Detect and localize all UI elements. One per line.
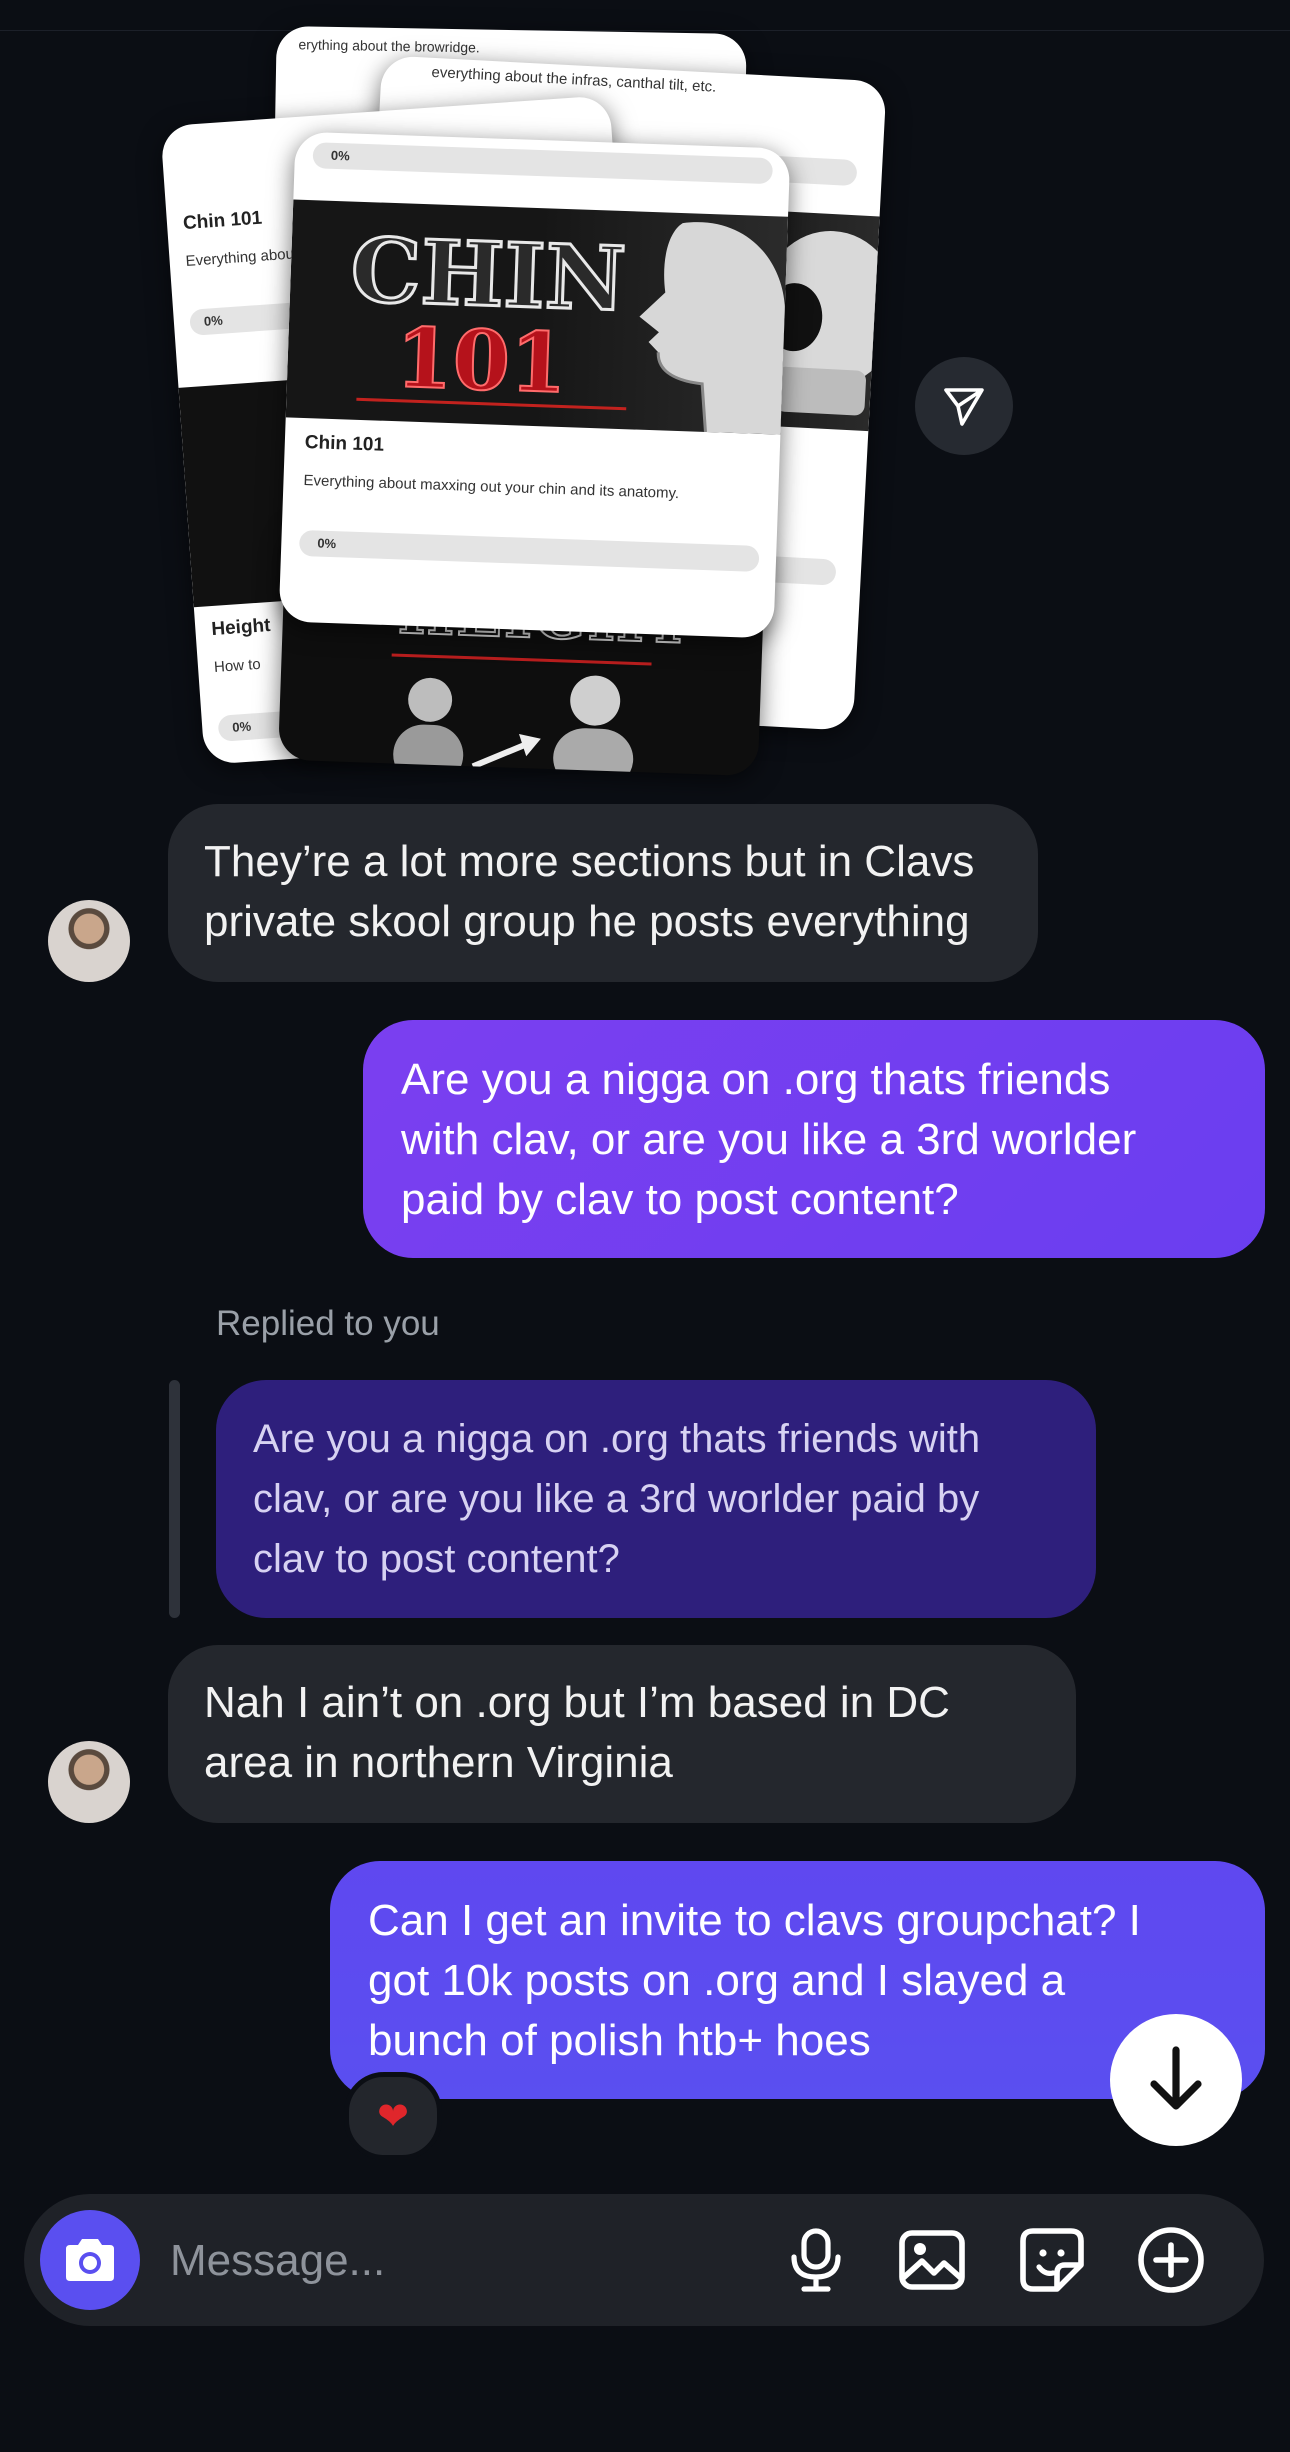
message-line: area in northern Virginia	[204, 1738, 673, 1787]
header-divider	[0, 30, 1290, 31]
card-desc: erything about the browridge.	[298, 36, 480, 56]
heart-reaction[interactable]: ❤	[344, 2072, 442, 2160]
message-input[interactable]	[168, 2224, 772, 2298]
card-image-text: 101	[393, 309, 569, 413]
arrow-down-icon	[1150, 2046, 1202, 2110]
scroll-to-bottom-button[interactable]	[1110, 2014, 1242, 2146]
quote-line: clav, or are you like a 3rd worlder paid…	[253, 1477, 980, 1521]
message-line: Can I get an invite to clavs groupchat? …	[368, 1896, 1141, 1945]
progress-bar	[312, 142, 774, 185]
message-line: Nah I ain’t on .org but I’m based in DC	[204, 1678, 950, 1727]
message-line: with clav, or are you like a 3rd worlder	[401, 1115, 1137, 1164]
gallery-button[interactable]	[894, 2222, 970, 2298]
avatar[interactable]	[48, 1741, 130, 1823]
message-line: paid by clav to post content?	[401, 1175, 959, 1224]
heart-icon: ❤	[377, 2095, 409, 2138]
more-button[interactable]	[1133, 2222, 1209, 2298]
avatar[interactable]	[48, 900, 130, 982]
message-line: bunch of polish htb+ hoes	[368, 2016, 871, 2065]
camera-button[interactable]	[40, 2210, 140, 2310]
card-title: Chin 101	[304, 432, 385, 456]
message-incoming[interactable]: Nah I ain’t on .org but I’m based in DC …	[168, 1645, 1076, 1823]
progress-percent: 0%	[231, 718, 252, 735]
message-line: They’re a lot more sections but in Clavs	[204, 837, 975, 886]
message-composer	[24, 2194, 1264, 2326]
camera-icon	[66, 2239, 114, 2281]
message-line: got 10k posts on .org and I slayed a	[368, 1956, 1066, 2005]
card-chin-101[interactable]: 0% CHIN 101 Chin 101 Everything about ma…	[278, 131, 791, 639]
divider-line	[391, 653, 652, 666]
message-incoming[interactable]: They’re a lot more sections but in Clavs…	[168, 804, 1038, 982]
progress-percent: 0%	[330, 147, 350, 164]
image-icon	[899, 2230, 965, 2290]
microphone-icon	[791, 2228, 841, 2292]
silhouettes-icon	[393, 675, 634, 777]
card-title: Chin 101	[182, 207, 263, 235]
progress-bar	[298, 529, 760, 572]
card-desc: Everything about maxxing out your chin a…	[303, 472, 680, 503]
reply-indicator-bar	[169, 1380, 180, 1618]
progress-percent: 0%	[317, 535, 337, 552]
reply-label: Replied to you	[216, 1304, 440, 1343]
card-desc: How to	[213, 655, 262, 677]
quote-line: Are you a nigga on .org thats friends wi…	[253, 1417, 981, 1461]
send-icon	[944, 388, 984, 426]
reply-quote[interactable]: Are you a nigga on .org thats friends wi…	[216, 1380, 1096, 1618]
sticker-icon	[1020, 2228, 1084, 2292]
quote-line: clav to post content?	[253, 1537, 620, 1581]
message-line: private skool group he posts everything	[204, 897, 970, 946]
message-line: Are you a nigga on .org thats friends	[401, 1055, 1111, 1104]
share-button[interactable]	[915, 357, 1013, 455]
message-outgoing[interactable]: Are you a nigga on .org thats friends wi…	[363, 1020, 1265, 1258]
plus-icon	[1138, 2227, 1204, 2293]
sticker-button[interactable]	[1014, 2222, 1090, 2298]
card-desc: Everything abou	[185, 245, 295, 271]
card-title: Height	[210, 615, 272, 641]
progress-percent: 0%	[203, 312, 224, 329]
face-profile-icon	[639, 222, 785, 435]
microphone-button[interactable]	[778, 2222, 854, 2298]
